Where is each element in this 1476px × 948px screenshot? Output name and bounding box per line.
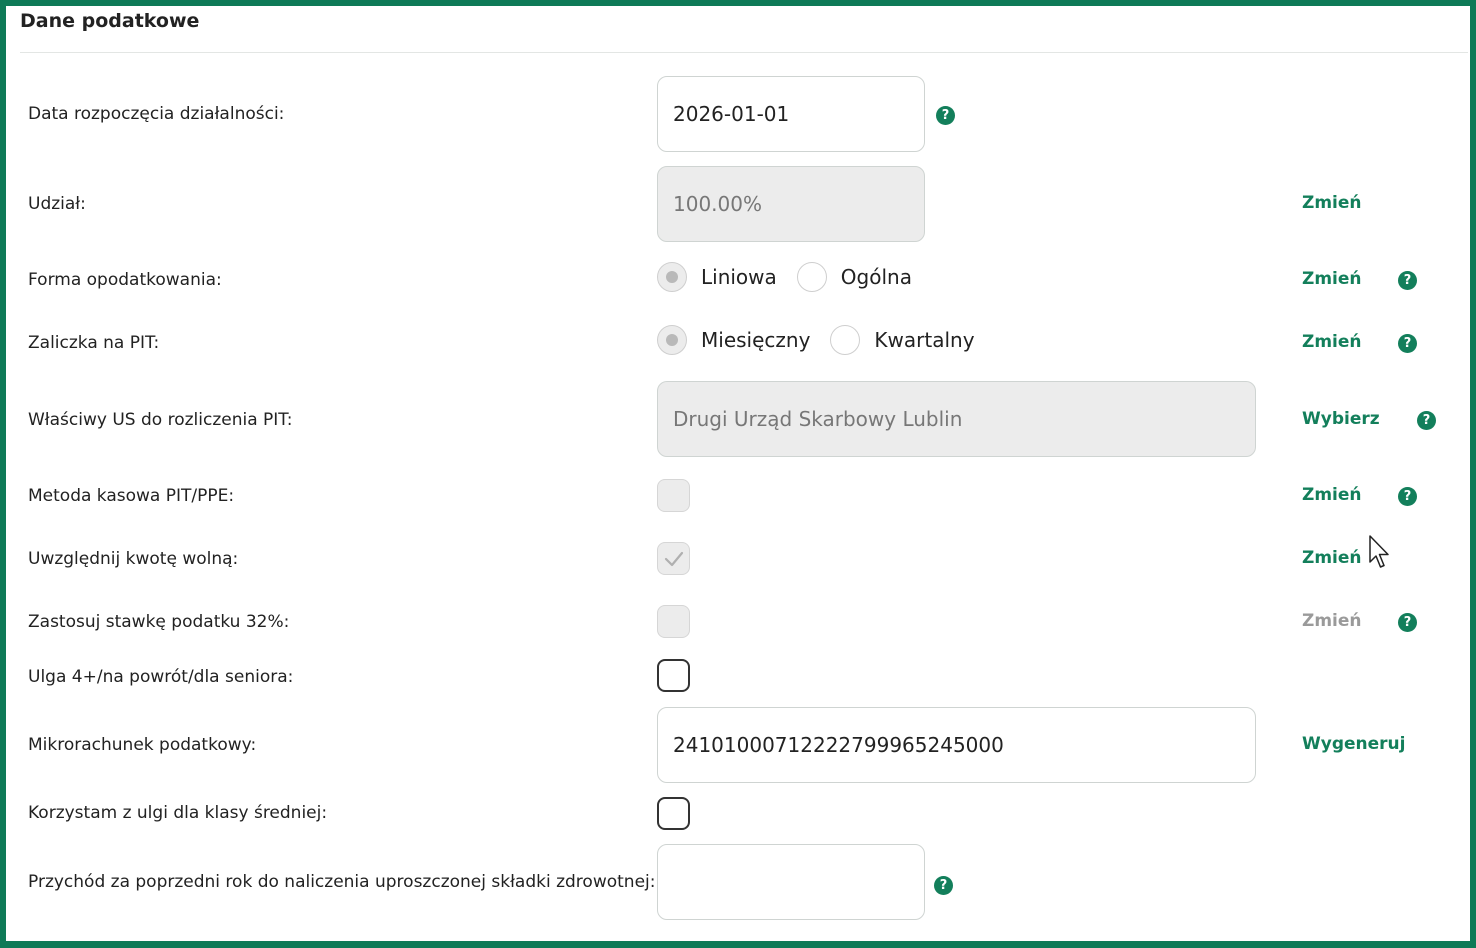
micro-account-value: 24101000712222799965245000 [673, 733, 1004, 757]
micro-account-input[interactable]: 24101000712222799965245000 [657, 707, 1256, 783]
middle-class-relief-checkbox[interactable] [657, 797, 690, 830]
share-label: Udział: [28, 194, 86, 214]
tax-free-amount-checkbox [657, 542, 690, 575]
start-date-label: Data rozpoczęcia działalności: [28, 104, 285, 124]
share-change-link[interactable]: Zmień [1302, 193, 1362, 213]
tax-form-radio-group: Liniowa Ogólna [657, 262, 932, 292]
help-icon[interactable]: ? [1398, 334, 1417, 353]
start-date-input[interactable]: 2026-01-01 [657, 76, 925, 152]
tax-office-value: Drugi Urząd Skarbowy Lublin [673, 407, 963, 431]
rate-32-change-link: Zmień [1302, 611, 1362, 631]
help-icon[interactable]: ? [1398, 271, 1417, 290]
cash-method-checkbox [657, 479, 690, 512]
mouse-pointer-icon [1368, 535, 1392, 575]
section-divider [20, 52, 1468, 53]
tax-form-label: Forma opodatkowania: [28, 270, 222, 290]
tax-office-label: Właściwy US do rozliczenia PIT: [28, 410, 293, 430]
help-icon[interactable]: ? [1398, 487, 1417, 506]
tax-form-change-link[interactable]: Zmień [1302, 269, 1362, 289]
pit-advance-option-label: Kwartalny [874, 328, 975, 352]
section-title: Dane podatkowe [20, 10, 200, 32]
pit-advance-radio-quarterly[interactable] [830, 325, 861, 355]
tax-office-input: Drugi Urząd Skarbowy Lublin [657, 381, 1256, 457]
rate-32-label: Zastosuj stawkę podatku 32%: [28, 612, 290, 632]
tax-free-amount-label: Uwzględnij kwotę wolną: [28, 549, 239, 569]
tax-form-radio-ogolna[interactable] [796, 262, 827, 292]
micro-account-label: Mikrorachunek podatkowy: [28, 735, 257, 755]
relief-checkbox[interactable] [657, 659, 690, 692]
relief-label: Ulga 4+/na powrót/dla seniora: [28, 667, 294, 687]
tax-free-amount-change-link[interactable]: Zmień [1302, 548, 1362, 568]
prev-year-income-input[interactable] [657, 844, 925, 920]
help-icon[interactable]: ? [936, 106, 955, 125]
check-icon [664, 551, 683, 566]
generate-link[interactable]: Wygeneruj [1302, 734, 1405, 754]
pit-advance-label: Zaliczka na PIT: [28, 333, 160, 353]
rate-32-checkbox [657, 605, 690, 638]
tax-form-option-label: Ogólna [840, 265, 912, 289]
share-value: 100.00% [673, 192, 762, 216]
pit-advance-change-link[interactable]: Zmień [1302, 332, 1362, 352]
pit-advance-radio-monthly[interactable] [657, 325, 687, 355]
cash-method-change-link[interactable]: Zmień [1302, 485, 1362, 505]
cash-method-label: Metoda kasowa PIT/PPE: [28, 486, 235, 506]
tax-form-radio-liniowa[interactable] [657, 262, 687, 292]
tax-office-choose-link[interactable]: Wybierz [1302, 409, 1380, 429]
prev-year-income-label: Przychód za poprzedni rok do naliczenia … [28, 872, 656, 892]
help-icon[interactable]: ? [934, 876, 953, 895]
pit-advance-option-label: Miesięczny [701, 328, 811, 352]
tax-form-option-label: Liniowa [701, 265, 777, 289]
middle-class-relief-label: Korzystam z ulgi dla klasy średniej: [28, 803, 328, 823]
help-icon[interactable]: ? [1417, 411, 1436, 430]
pit-advance-radio-group: Miesięczny Kwartalny [657, 325, 995, 355]
start-date-value: 2026-01-01 [673, 102, 790, 126]
share-input: 100.00% [657, 166, 925, 242]
help-icon[interactable]: ? [1398, 613, 1417, 632]
